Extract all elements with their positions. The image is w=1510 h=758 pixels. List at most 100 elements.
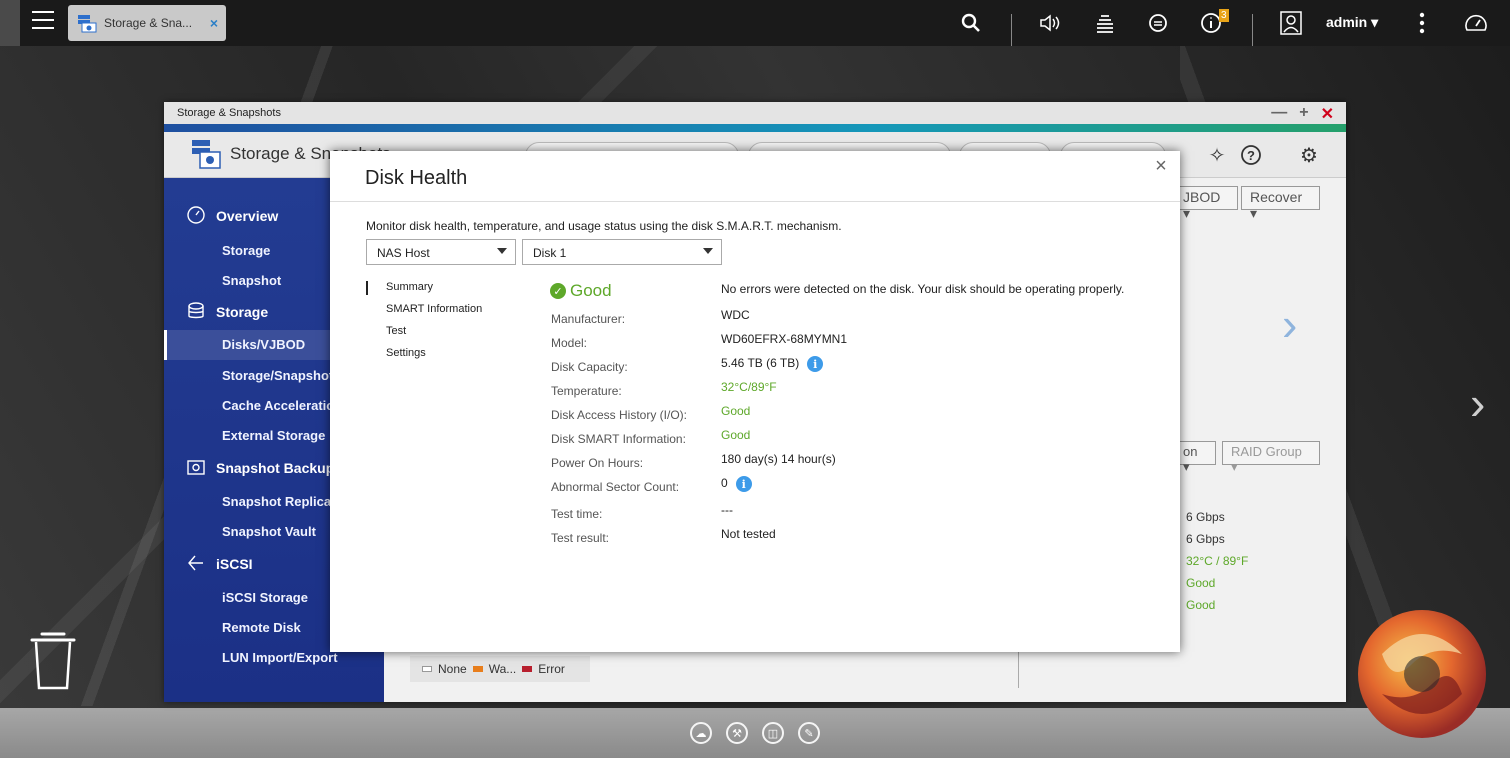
nav-test[interactable]: Test: [366, 325, 482, 347]
dashboard-gauge-icon[interactable]: [1463, 10, 1489, 36]
disk-health-dialog: Disk Health × Monitor disk health, tempe…: [330, 151, 1180, 652]
cloud-icon[interactable]: ☁: [690, 722, 712, 744]
chevron-down-icon: [703, 248, 713, 254]
sidebar-item-label: Overview: [216, 208, 279, 224]
manufacturer-value: WDC: [721, 308, 750, 322]
field-label: Test time:: [551, 507, 603, 521]
more-options-icon[interactable]: [1409, 10, 1435, 36]
disk-select-value: Disk 1: [533, 246, 567, 260]
close-icon[interactable]: ×: [1152, 156, 1170, 176]
trash-icon[interactable]: [30, 630, 76, 692]
capacity-row: 5.46 TB (6 TB) i: [721, 356, 824, 372]
health-status: ✓ Good: [550, 281, 612, 301]
recover-label: Recover: [1250, 189, 1303, 205]
sidebar-item-label: Snapshot Replica: [222, 494, 332, 509]
sidebar-item-label: Cache Acceleration: [222, 398, 343, 413]
settings-gear-icon[interactable]: ⚙: [1296, 142, 1322, 168]
model-value: WD60EFRX-68MYMN1: [721, 332, 848, 346]
chevron-down-icon: [497, 248, 507, 254]
legend-swatch-none: [422, 666, 432, 672]
field-label: Abnormal Sector Count:: [551, 480, 680, 494]
window-close-icon[interactable]: ✕: [1321, 104, 1334, 124]
field-label: Model:: [551, 336, 588, 350]
background-tasks-icon[interactable]: [1092, 10, 1118, 36]
power-on-hours-value: 180 day(s) 14 hour(s): [721, 452, 836, 466]
window-titlebar[interactable]: Storage & Snapshots — + ✕: [164, 102, 1346, 124]
minimize-icon[interactable]: —: [1271, 104, 1287, 124]
gauge-icon: [187, 206, 205, 224]
task-tab-label: Storage & Sna...: [104, 16, 193, 30]
raid-group-select[interactable]: RAID Group ▾: [1222, 441, 1320, 474]
disk-select[interactable]: Disk 1: [522, 239, 722, 265]
dialog-title: Disk Health: [365, 167, 468, 189]
info-icon[interactable]: i: [735, 476, 752, 492]
info-icon[interactable]: i: [807, 356, 824, 372]
top-taskbar: Storage & Sna... × 3 admin ▾: [0, 0, 1510, 46]
disk-max-speed: 6 Gbps: [1186, 532, 1225, 546]
sidebar-item-label: iSCSI: [216, 556, 253, 572]
check-circle-icon: ✓: [550, 283, 566, 299]
nav-settings[interactable]: Settings: [366, 347, 482, 369]
disk-link-speed: 6 Gbps: [1186, 510, 1225, 524]
legend-label: None: [438, 662, 467, 676]
nav-smart-information[interactable]: SMART Information: [366, 303, 482, 325]
filter-select[interactable]: on ▾: [1174, 441, 1216, 474]
sidebar-item-label: Remote Disk: [222, 620, 301, 635]
accent-strip: [164, 124, 1346, 132]
sidebar-item-label: External Storage: [222, 428, 326, 443]
sidebar-item-lun-import-export[interactable]: LUN Import/Export: [164, 650, 384, 665]
notes-icon[interactable]: ✎: [798, 722, 820, 744]
test-result-value: Not tested: [721, 527, 776, 541]
task-tab-storage[interactable]: Storage & Sna... ×: [68, 5, 226, 41]
desktop-floor: [0, 708, 1510, 758]
dialog-nav: Summary SMART Information Test Settings: [366, 281, 482, 369]
database-icon: [188, 302, 204, 319]
svg-text:?: ?: [1247, 148, 1255, 163]
carousel-next-icon[interactable]: ›: [1282, 297, 1297, 351]
field-label: Disk SMART Information:: [551, 432, 686, 446]
legend-swatch-warning: [472, 666, 483, 672]
disk-temperature: 32°C / 89°F: [1186, 554, 1249, 568]
user-avatar-icon[interactable]: [1278, 10, 1304, 36]
next-desktop-icon[interactable]: ›: [1470, 376, 1485, 430]
camera-icon: [187, 460, 205, 475]
legend-swatch-error: [522, 666, 533, 672]
sync-icon[interactable]: [1145, 10, 1171, 36]
legend-label: Error: [538, 662, 565, 676]
vjbod-menu-button[interactable]: JBOD ▾: [1174, 186, 1238, 221]
dialog-divider: [330, 201, 1180, 202]
maximize-icon[interactable]: +: [1299, 104, 1308, 124]
storage-app-icon: [78, 15, 97, 33]
sidebar-item-label: Storage: [216, 304, 269, 320]
host-select[interactable]: NAS Host: [366, 239, 516, 265]
taskbar-divider: [1252, 14, 1253, 46]
volume-icon[interactable]: [1038, 10, 1064, 36]
abnormal-sector-row: 0i: [721, 476, 752, 492]
field-label: Disk Access History (I/O):: [551, 408, 688, 422]
sidebar-item-label: Disks/VJBOD: [222, 337, 306, 352]
close-icon[interactable]: ×: [210, 15, 218, 31]
dialog-description: Monitor disk health, temperature, and us…: [366, 219, 842, 233]
host-select-value: NAS Host: [377, 246, 430, 260]
taskbar-divider: [1011, 14, 1012, 46]
field-label: Manufacturer:: [551, 312, 626, 326]
field-label: Power On Hours:: [551, 456, 644, 470]
user-menu[interactable]: admin ▾: [1326, 14, 1378, 31]
magic-wand-icon[interactable]: ✧: [1204, 142, 1230, 168]
main-menu-button[interactable]: [32, 11, 54, 31]
help-icon[interactable]: ?: [1238, 142, 1264, 168]
iscsi-icon: [188, 555, 203, 571]
nav-summary[interactable]: Summary: [366, 281, 482, 303]
sidebar-item-label: Snapshot Backup: [216, 460, 335, 476]
field-label: Disk Capacity:: [551, 360, 628, 374]
vjbod-menu-label: JBOD: [1183, 189, 1221, 205]
raid-group-select-value: RAID Group: [1231, 444, 1302, 459]
tools-icon[interactable]: ⚒: [726, 722, 748, 744]
abnormal-sector-value: 0: [721, 476, 728, 491]
recover-button[interactable]: Recover ▾: [1241, 186, 1320, 221]
search-icon[interactable]: [958, 10, 984, 36]
window-title: Storage & Snapshots: [177, 107, 281, 119]
book-icon[interactable]: ◫: [762, 722, 784, 744]
filter-select-value: on: [1183, 444, 1198, 459]
disk-smart-status: Good: [1186, 598, 1216, 612]
